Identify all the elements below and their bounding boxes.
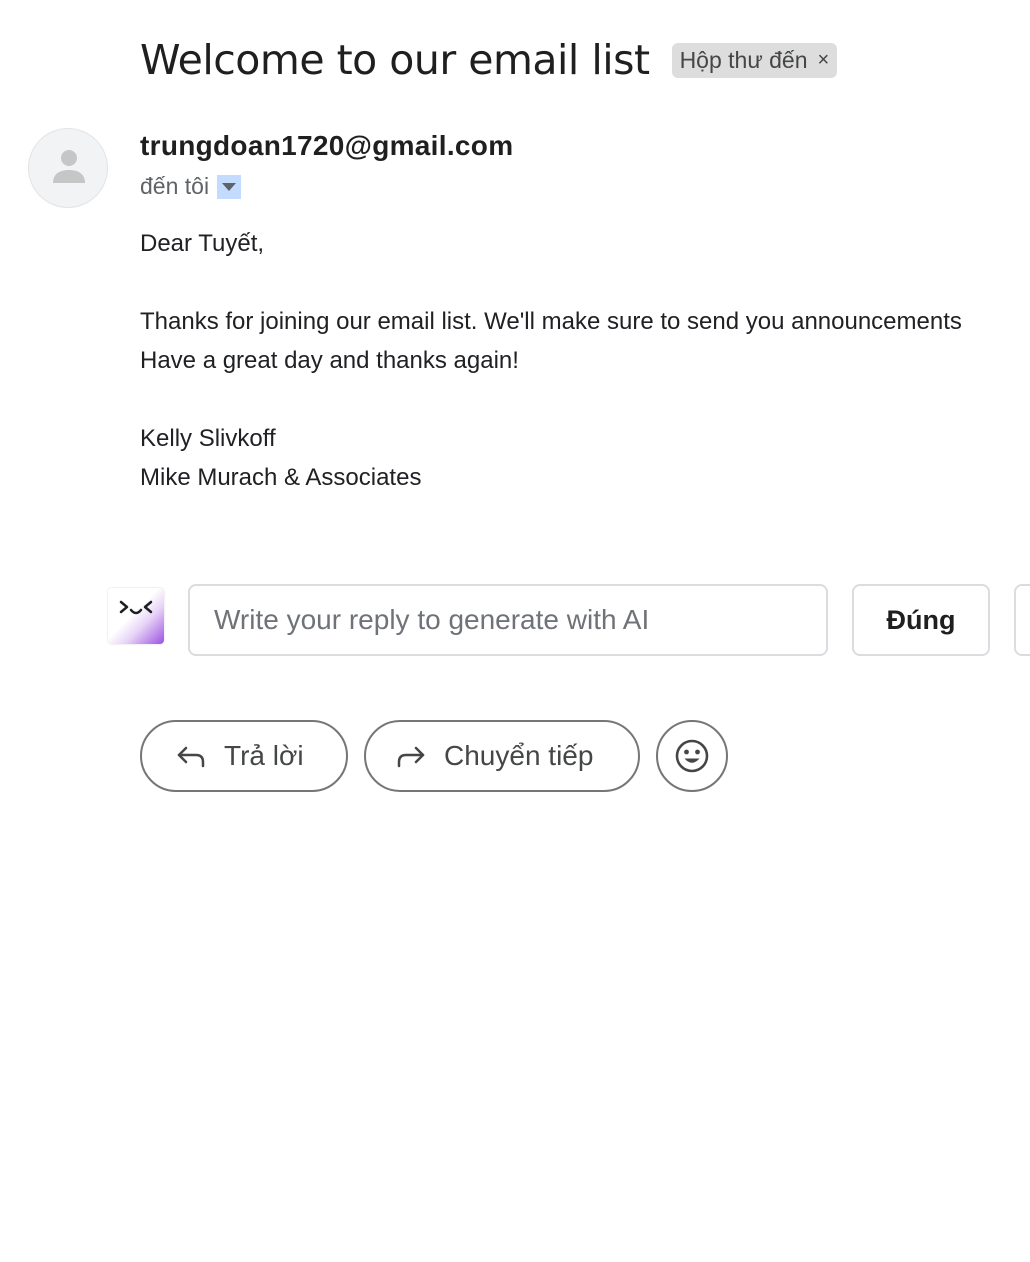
suggestion-button[interactable]: Đúng [852,584,990,656]
subject-row: Welcome to our email list Hộp thư đến × [140,34,838,86]
recipient-text: đến tôi [140,173,210,199]
emoji-reaction-button[interactable] [656,720,728,792]
sender-avatar[interactable] [28,128,108,208]
reply-button[interactable]: Trả lời [140,720,348,792]
label-chip-inbox[interactable]: Hộp thư đến × [671,42,838,78]
body-line: Have a great day and thanks again! [140,347,519,374]
reply-arrow-icon [176,744,206,768]
body-greeting: Dear Tuyết, [140,230,265,257]
forward-button[interactable]: Chuyển tiếp [364,720,640,792]
recipient-row: đến tôi [140,173,242,200]
email-body: Dear Tuyết, Thanks for joining our email… [140,224,962,497]
chevron-down-icon [222,182,237,191]
signature-company: Mike Murach & Associates [140,464,422,491]
body-line: Thanks for joining our email list. We'll… [140,308,962,335]
email-view: Welcome to our email list Hộp thư đến × … [0,0,1030,1262]
forward-arrow-icon [396,744,426,768]
ai-reply-input[interactable] [188,584,828,656]
signature-name: Kelly Slivkoff [140,425,276,452]
email-subject: Welcome to our email list [140,36,650,84]
forward-label: Chuyển tiếp [444,740,594,771]
close-icon[interactable]: × [818,49,830,72]
suggestion-button[interactable] [1014,584,1030,656]
ai-assistant-icon [108,588,164,644]
label-chip-text: Hộp thư đến [679,46,808,73]
reply-label: Trả lời [224,740,304,771]
sender-email[interactable]: trungdoan1720@gmail.com [140,130,513,162]
show-details-button[interactable] [217,174,242,199]
person-icon [53,150,85,183]
emoji-icon [675,739,709,773]
